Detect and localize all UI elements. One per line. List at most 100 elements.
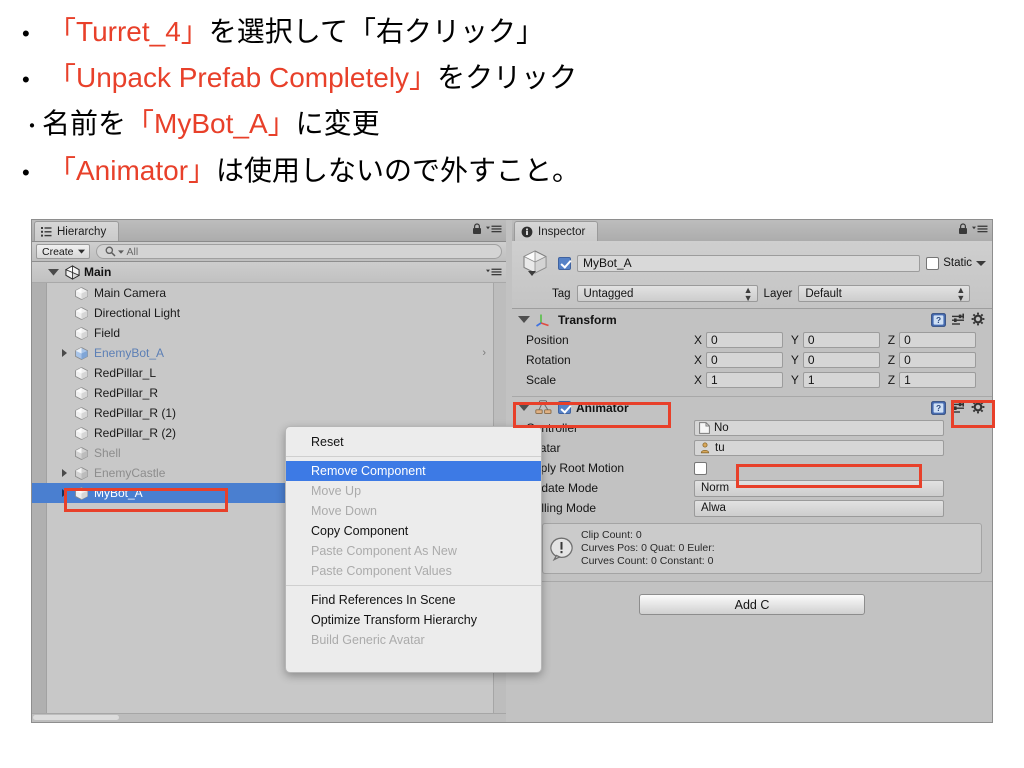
transform-rotation-x-field[interactable]: 0: [706, 352, 783, 368]
scrollbar-thumb[interactable]: [33, 715, 119, 720]
foldout-open-icon[interactable]: [518, 316, 530, 323]
transform-scale-x-field[interactable]: 1: [706, 372, 783, 388]
hierarchy-item-redpillar-r[interactable]: RedPillar_R: [32, 383, 494, 403]
controller-object-field[interactable]: No: [694, 420, 944, 436]
animator-icon: [535, 400, 552, 415]
hierarchy-scene-root-row[interactable]: Main: [32, 262, 506, 283]
transform-position-z-field[interactable]: 0: [899, 332, 976, 348]
stepper-arrows-icon: ▲ ▼: [956, 284, 966, 303]
transform-position-label: Position: [526, 333, 569, 347]
panel-menu-icon[interactable]: [486, 224, 502, 234]
instruction-text-emphasis: 「Turret_4」: [48, 16, 209, 47]
animator-enabled-checkbox[interactable]: [558, 401, 571, 414]
hierarchy-item-label: RedPillar_R (2): [94, 426, 177, 440]
tab-hierarchy[interactable]: Hierarchy: [34, 221, 120, 241]
hierarchy-item-redpillar-l[interactable]: RedPillar_L: [32, 363, 494, 383]
foldout-open-icon[interactable]: [48, 268, 59, 276]
hierarchy-item-main-camera[interactable]: Main Camera: [32, 283, 494, 303]
object-name-field[interactable]: MyBot_A: [577, 254, 921, 272]
context-menu-item-reset[interactable]: Reset: [286, 432, 541, 452]
instruction-line-3: ・ 名前を 「MyBot_A」 に変更: [22, 102, 982, 149]
help-icon[interactable]: ?: [931, 312, 946, 327]
field-value: 0: [711, 353, 718, 367]
context-menu-item-label: Move Up: [311, 484, 362, 498]
tag-dropdown[interactable]: Untagged ▲ ▼: [576, 285, 758, 302]
hierarchy-item-field[interactable]: Field: [32, 323, 494, 343]
layer-value: Default: [805, 287, 842, 300]
add-component-button[interactable]: Add C: [639, 594, 865, 615]
field-value: 0: [807, 353, 815, 367]
animator-controller-row: Controller No: [512, 418, 992, 438]
object-field-icon: [699, 422, 710, 434]
preset-icon[interactable]: [951, 401, 966, 415]
hierarchy-item-directional-light[interactable]: Directional Light: [32, 303, 494, 323]
context-menu-item-move-up: Move Up: [286, 481, 541, 501]
object-active-checkbox[interactable]: [558, 256, 571, 270]
animator-header-icons: ?: [931, 400, 986, 415]
svg-text:?: ?: [936, 403, 941, 413]
inspector-body: MyBot_A Static Tag Untagged ▲ ▼ Layer De…: [512, 241, 992, 722]
hierarchy-item-label: Shell: [94, 446, 121, 460]
hierarchy-item-label: EnemyBot_A: [94, 346, 165, 360]
add-component-area: Add C: [512, 581, 992, 615]
context-menu-item-label: Remove Component: [311, 464, 426, 478]
transform-position-y-field[interactable]: 0: [802, 332, 880, 348]
tab-inspector-label: Inspector: [538, 225, 586, 238]
foldout-closed-icon[interactable]: [62, 349, 67, 357]
bullet-marker: •: [22, 67, 30, 92]
hierarchy-item-label: Field: [94, 326, 121, 340]
search-input-value: All: [126, 245, 139, 258]
gameobject-cube-icon: [74, 306, 89, 321]
foldout-open-icon[interactable]: [518, 404, 530, 411]
lock-icon[interactable]: [958, 223, 968, 235]
gear-icon[interactable]: [971, 312, 986, 327]
hierarchy-item-enemybot-a[interactable]: EnemyBot_A ›: [32, 343, 494, 363]
foldout-closed-icon[interactable]: [62, 489, 67, 497]
scene-context-menu-icon[interactable]: [486, 267, 502, 277]
transform-scale-z-field[interactable]: 1: [899, 372, 976, 388]
transform-rotation-y-field[interactable]: 0: [802, 352, 880, 368]
context-menu-item-copy-component[interactable]: Copy Component: [286, 521, 541, 541]
context-menu-item-label: Find References In Scene: [311, 593, 456, 607]
preset-icon[interactable]: [951, 313, 966, 327]
create-button[interactable]: Create: [36, 244, 90, 259]
hierarchy-item-redpillar-r-1[interactable]: RedPillar_R (1): [32, 403, 494, 423]
search-input[interactable]: All: [95, 244, 502, 259]
gameobject-cube-icon: [74, 486, 89, 501]
panel-menu-icon[interactable]: [972, 224, 988, 234]
instruction-line-2: • 「Unpack Prefab Completely」 をクリック: [22, 56, 982, 102]
gameobject-icon[interactable]: [518, 246, 552, 280]
static-dropdown-icon[interactable]: [976, 260, 986, 266]
apply-root-motion-checkbox[interactable]: [694, 461, 707, 475]
context-menu-item-build-generic-avatar: Build Generic Avatar: [286, 630, 541, 650]
transform-header[interactable]: Transform ?: [512, 309, 992, 330]
transform-rotation-z-field[interactable]: 0: [899, 352, 976, 368]
context-menu-item-paste-component-values: Paste Component Values: [286, 561, 541, 581]
culling-mode-dropdown[interactable]: Alwa: [694, 499, 944, 517]
static-checkbox[interactable]: [926, 256, 940, 270]
context-menu-item-optimize-transform-hierarchy[interactable]: Optimize Transform Hierarchy: [286, 610, 541, 630]
foldout-closed-icon[interactable]: [62, 469, 67, 477]
transform-scale-y-field[interactable]: 1: [802, 372, 880, 388]
lock-icon[interactable]: [472, 223, 482, 235]
transform-rotation-label: Rotation: [526, 353, 571, 367]
search-filter-caret-icon[interactable]: [117, 249, 124, 254]
prefab-open-chevron-icon[interactable]: ›: [482, 347, 486, 359]
gear-icon[interactable]: [971, 400, 986, 415]
hierarchy-horizontal-scrollbar[interactable]: [32, 713, 506, 722]
avatar-object-field[interactable]: tu: [694, 440, 944, 456]
transform-row-rotation: Rotation X 0 Y 0 Z 0: [512, 350, 992, 370]
animator-header[interactable]: Animator ?: [512, 397, 992, 418]
context-menu-item-find-references-in-scene[interactable]: Find References In Scene: [286, 590, 541, 610]
svg-text:?: ?: [936, 315, 941, 325]
tab-hierarchy-label: Hierarchy: [57, 225, 107, 238]
update-mode-dropdown[interactable]: Norm: [694, 479, 944, 497]
layer-dropdown[interactable]: Default ▲ ▼: [798, 284, 971, 303]
hierarchy-tabbar: Hierarchy: [32, 220, 506, 242]
animator-info-box: Clip Count: 0 Curves Pos: 0 Quat: 0 Eule…: [542, 523, 982, 574]
context-menu-item-remove-component[interactable]: Remove Component: [286, 461, 541, 481]
transform-position-x-field[interactable]: 0: [706, 332, 783, 348]
unity-editor-window: Hierarchy Create All Main Main Camera Di…: [31, 219, 993, 723]
help-icon[interactable]: ?: [931, 400, 946, 415]
tab-inspector[interactable]: Inspector: [514, 221, 599, 241]
